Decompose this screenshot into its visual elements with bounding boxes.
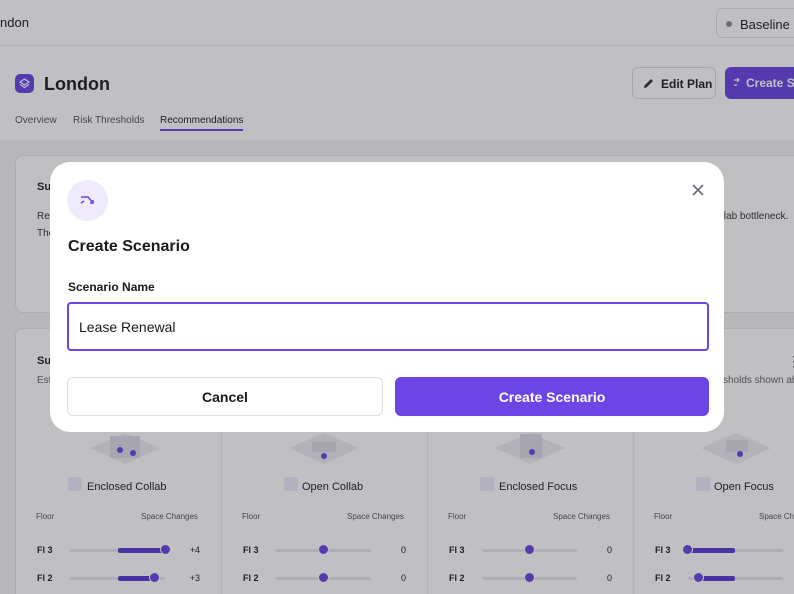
create-scenario-submit-button[interactable]: Create Scenario: [395, 377, 709, 416]
close-icon[interactable]: [690, 182, 706, 198]
dialog-title: Create Scenario: [68, 238, 190, 255]
create-scenario-dialog: Create Scenario Scenario Name Cancel Cre…: [50, 162, 724, 432]
shuffle-icon: [67, 180, 108, 221]
scenario-name-label: Scenario Name: [68, 280, 155, 294]
cancel-button[interactable]: Cancel: [67, 377, 383, 416]
scenario-name-input[interactable]: [67, 302, 709, 351]
